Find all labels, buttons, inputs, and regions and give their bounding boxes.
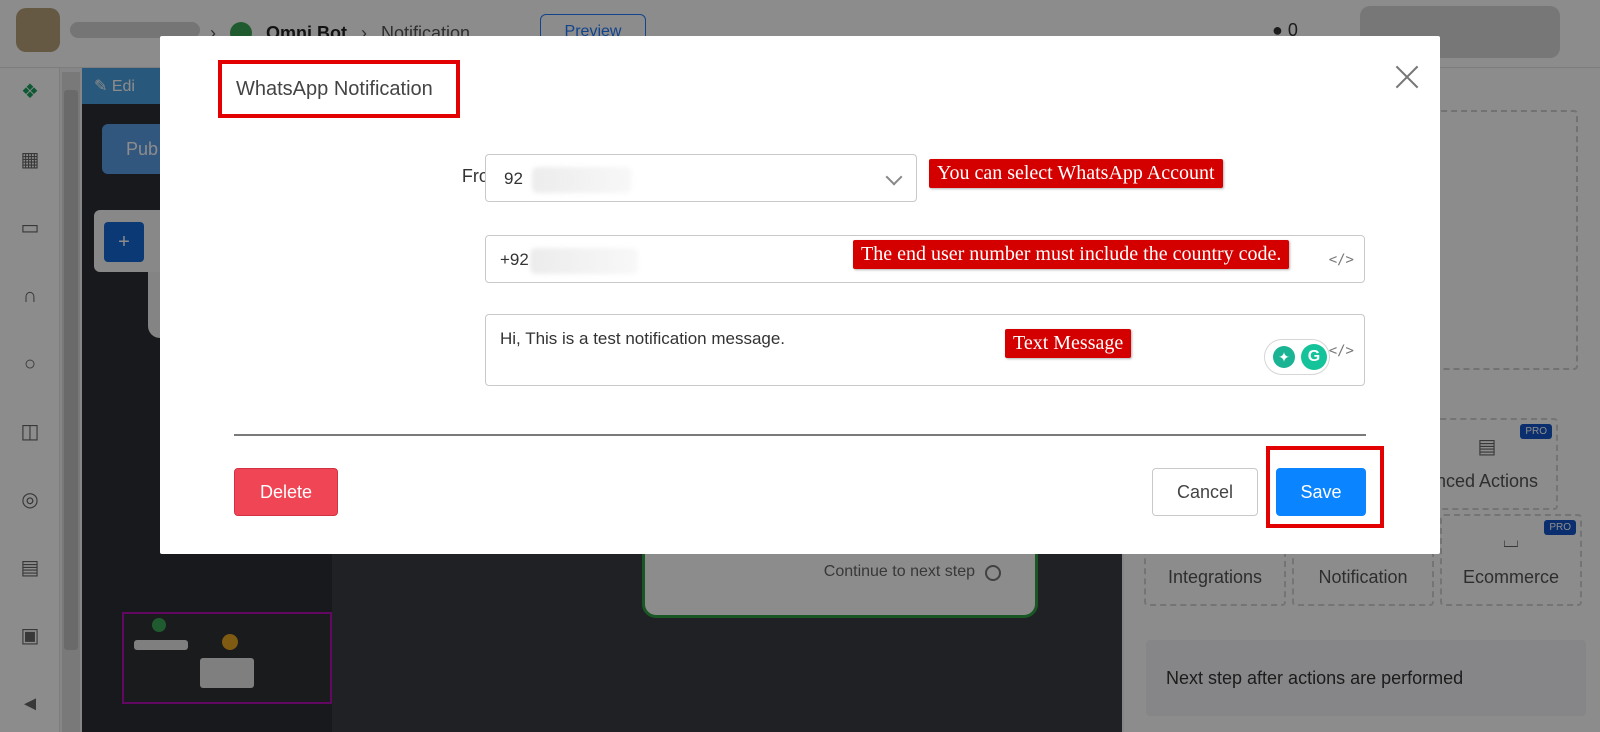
- message-textarea[interactable]: Hi, This is a test notification message.…: [485, 314, 1365, 386]
- modal-divider: [234, 434, 1366, 436]
- from-phone-select[interactable]: 92: [485, 154, 917, 202]
- delete-button[interactable]: Delete: [234, 468, 338, 516]
- grammarly-widget[interactable]: ✦ G: [1264, 339, 1330, 375]
- redacted-number: [532, 167, 632, 193]
- cancel-button[interactable]: Cancel: [1152, 468, 1258, 516]
- annotation-from: You can select WhatsApp Account: [929, 159, 1223, 188]
- to-phone-value: +92: [500, 250, 529, 269]
- annotation-message: Text Message: [1005, 329, 1132, 358]
- code-icon[interactable]: </>: [1329, 343, 1354, 359]
- save-button[interactable]: Save: [1276, 468, 1366, 516]
- close-icon[interactable]: [1392, 62, 1422, 92]
- whatsapp-notification-modal: WhatsApp Notification From Phone Number …: [160, 36, 1440, 554]
- modal-title: WhatsApp Notification: [218, 60, 460, 118]
- annotation-to: The end user number must include the cou…: [853, 240, 1290, 269]
- redacted-number: [530, 248, 638, 274]
- message-value: Hi, This is a test notification message.: [500, 329, 786, 348]
- from-phone-value: 92: [504, 169, 523, 188]
- lightbulb-icon[interactable]: ✦: [1273, 346, 1295, 368]
- grammarly-logo-icon[interactable]: G: [1301, 344, 1327, 370]
- chevron-down-icon: [885, 168, 903, 186]
- code-icon[interactable]: </>: [1329, 252, 1354, 268]
